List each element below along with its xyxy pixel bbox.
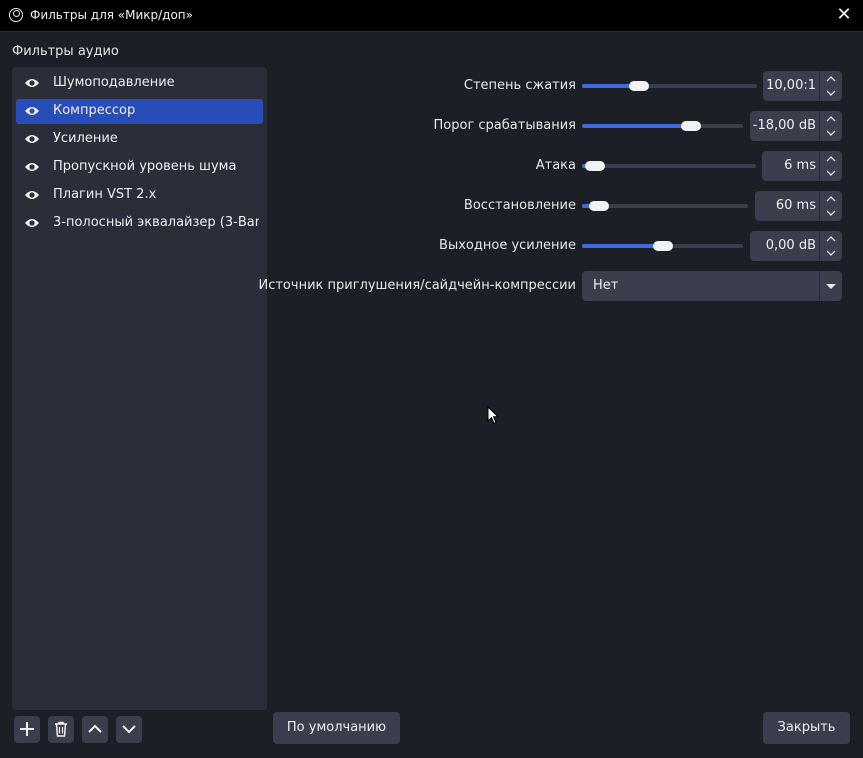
chevron-down-icon[interactable]: [819, 271, 842, 301]
chevron-down-icon: [122, 725, 136, 734]
slider-track: [582, 164, 756, 168]
chevron-down-icon[interactable]: [820, 126, 842, 141]
mouse-cursor-icon: [487, 406, 499, 425]
output-gain-value: 0,00 dB: [765, 238, 816, 253]
filter-item-label: Шумоподавление: [53, 75, 175, 90]
filter-item-label: Компрессор: [53, 103, 136, 118]
eye-icon[interactable]: [24, 217, 40, 229]
defaults-button[interactable]: По умолчанию: [273, 712, 400, 744]
chevron-down-icon[interactable]: [820, 206, 842, 221]
close-icon[interactable]: ✕: [831, 3, 857, 27]
eye-icon[interactable]: [24, 77, 40, 89]
eye-icon[interactable]: [24, 105, 40, 117]
threshold-value: -18,00 dB: [752, 118, 816, 133]
chevron-down-icon[interactable]: [820, 166, 842, 181]
chevron-up-icon[interactable]: [820, 191, 842, 206]
slider-thumb[interactable]: [589, 201, 610, 211]
filter-item-compressor[interactable]: Компрессор: [16, 99, 263, 124]
chevron-down-icon[interactable]: [820, 86, 842, 101]
move-up-button[interactable]: [82, 716, 108, 743]
slider-fill: [582, 124, 691, 128]
filter-item-label: Плагин VST 2.x: [53, 187, 157, 202]
slider-thumb[interactable]: [585, 161, 606, 171]
chevron-down-icon[interactable]: [820, 246, 842, 261]
chevron-up-icon: [88, 724, 102, 733]
slider-thumb[interactable]: [680, 121, 701, 131]
spinbox-arrows: [819, 71, 842, 101]
attack-slider[interactable]: [582, 157, 756, 175]
filter-item-vst-plugin[interactable]: Плагин VST 2.x: [16, 183, 263, 208]
chevron-up-icon[interactable]: [820, 111, 842, 126]
output-gain-spinbox[interactable]: 0,00 dB: [750, 231, 842, 261]
filter-item-label: Пропускной уровень шума: [53, 159, 237, 174]
output-gain-label: Выходное усиление: [439, 238, 576, 253]
move-down-button[interactable]: [116, 716, 142, 743]
chevron-up-icon[interactable]: [820, 231, 842, 246]
threshold-slider[interactable]: [582, 117, 743, 135]
trash-icon: [55, 721, 67, 737]
attack-value: 6 ms: [784, 158, 816, 173]
ratio-value: 10,00:1: [766, 78, 816, 93]
remove-filter-button[interactable]: [48, 716, 74, 743]
release-slider[interactable]: [582, 197, 748, 215]
eye-icon[interactable]: [24, 161, 40, 173]
chevron-up-icon[interactable]: [820, 71, 842, 86]
slider-thumb[interactable]: [652, 241, 673, 251]
sidechain-label: Источник приглушения/сайдчейн-компрессии: [258, 278, 576, 293]
release-label: Восстановление: [463, 198, 576, 213]
obs-logo-icon: [9, 8, 23, 22]
attack-label: Атака: [535, 158, 576, 173]
chevron-up-icon[interactable]: [820, 151, 842, 166]
spinbox-arrows: [819, 231, 842, 261]
spinbox-arrows: [819, 151, 842, 181]
slider-fill: [582, 244, 663, 248]
plus-icon: [20, 722, 34, 736]
filters-section-label: Фильтры аудио: [12, 44, 119, 59]
slider-thumb[interactable]: [628, 81, 649, 91]
filter-item-gain[interactable]: Усиление: [16, 127, 263, 152]
output-gain-slider[interactable]: [582, 237, 743, 255]
eye-icon[interactable]: [24, 133, 40, 145]
close-button[interactable]: Закрыть: [763, 712, 850, 744]
sidechain-value: Нет: [593, 278, 619, 293]
attack-spinbox[interactable]: 6 ms: [762, 151, 842, 181]
add-filter-button[interactable]: [14, 716, 40, 743]
spinbox-arrows: [819, 111, 842, 141]
title-bar: Фильтры для «Микр/доп» ✕: [0, 0, 863, 32]
eye-icon[interactable]: [24, 189, 40, 201]
ratio-label: Степень сжатия: [463, 78, 576, 93]
filter-item-label: Усиление: [53, 131, 118, 146]
window-title: Фильтры для «Микр/доп»: [30, 8, 193, 22]
filter-item-noise-gate[interactable]: Пропускной уровень шума: [16, 155, 263, 180]
release-value: 60 ms: [775, 198, 816, 213]
filter-item-noise-suppression[interactable]: Шумоподавление: [16, 71, 263, 96]
release-spinbox[interactable]: 60 ms: [755, 191, 842, 221]
ratio-slider[interactable]: [582, 77, 757, 95]
spinbox-arrows: [819, 191, 842, 221]
threshold-spinbox[interactable]: -18,00 dB: [750, 111, 842, 141]
sidechain-select[interactable]: Нет: [582, 271, 842, 301]
filter-item-label: 3-полосный эквалайзер (3-Band E: [53, 215, 259, 230]
filter-list: Шумоподавление Компрессор Усиление Пропу…: [12, 67, 267, 710]
ratio-spinbox[interactable]: 10,00:1: [763, 71, 842, 101]
filter-item-3band-eq[interactable]: 3-полосный эквалайзер (3-Band E: [16, 211, 263, 236]
threshold-label: Порог срабатывания: [433, 118, 576, 133]
